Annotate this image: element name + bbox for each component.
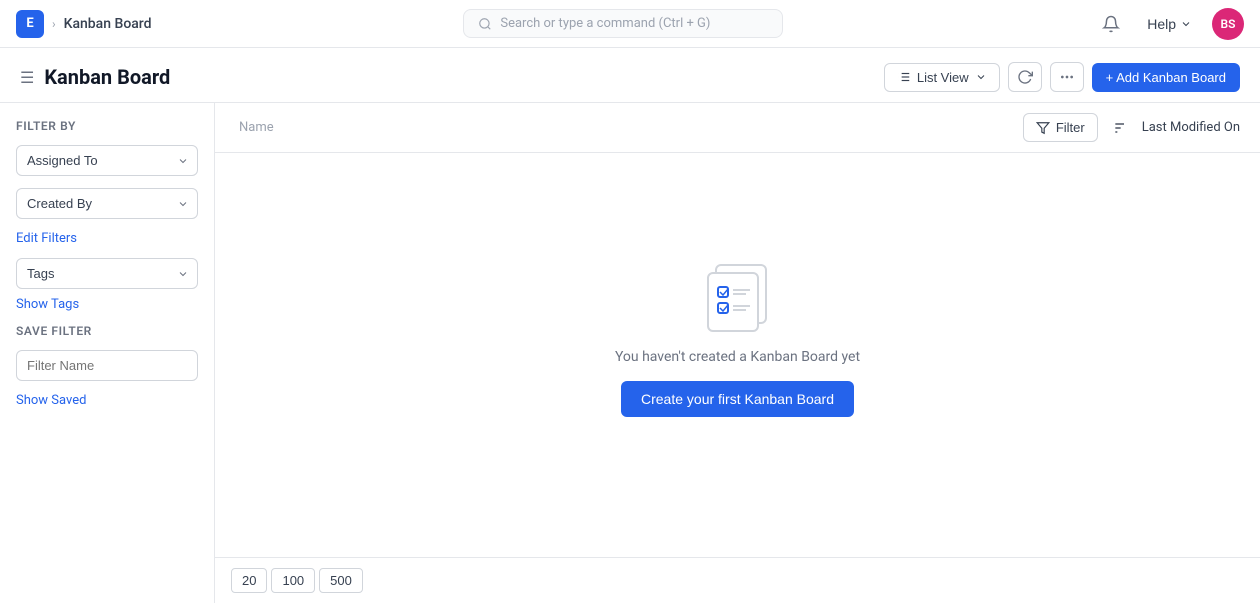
page-title: Kanban Board (44, 65, 170, 89)
page-size-20-button[interactable]: 20 (231, 568, 267, 593)
last-modified-label[interactable]: Last Modified On (1138, 114, 1244, 141)
show-saved-link[interactable]: Show Saved (16, 393, 198, 408)
help-button[interactable]: Help (1139, 12, 1200, 36)
search-icon (478, 17, 492, 31)
breadcrumb-page: Kanban Board (64, 16, 152, 32)
nav-left: E › Kanban Board (16, 10, 152, 38)
save-filter-label: Save Filter (16, 324, 198, 338)
add-kanban-board-button[interactable]: + Add Kanban Board (1092, 63, 1240, 92)
app-icon[interactable]: E (16, 10, 44, 38)
pagination: 20 100 500 (215, 557, 1260, 603)
refresh-icon (1017, 69, 1033, 85)
chevron-down-icon (1180, 18, 1192, 30)
search-placeholder: Search or type a command (Ctrl + G) (500, 16, 710, 31)
main-toolbar: Name Filter Last Modified On (215, 103, 1260, 153)
tags-select[interactable]: Tags (16, 258, 198, 289)
list-view-button[interactable]: List View (884, 63, 1000, 92)
top-nav: E › Kanban Board Search or type a comman… (0, 0, 1260, 48)
show-tags-link[interactable]: Show Tags (16, 297, 198, 312)
content-area: Filter By Assigned To Created By Edit Fi… (0, 103, 1260, 603)
filter-by-label: Filter By (16, 119, 198, 133)
created-by-select[interactable]: Created By (16, 188, 198, 219)
filter-name-input[interactable] (16, 350, 198, 381)
list-view-label: List View (917, 70, 969, 85)
sort-icon (1110, 120, 1126, 136)
assigned-to-select[interactable]: Assigned To (16, 145, 198, 176)
edit-filters-link[interactable]: Edit Filters (16, 231, 198, 246)
chevron-down-icon (975, 71, 987, 83)
bell-icon (1102, 15, 1120, 33)
create-first-kanban-button[interactable]: Create your first Kanban Board (621, 381, 854, 417)
empty-icon (698, 253, 778, 333)
page-size-500-button[interactable]: 500 (319, 568, 363, 593)
empty-state-message: You haven't created a Kanban Board yet (615, 349, 860, 365)
page-layout: ☰ Kanban Board List View + Add Kanban Bo… (0, 48, 1260, 603)
nav-right: Help BS (1095, 8, 1244, 40)
name-column-header: Name (231, 116, 282, 139)
more-options-button[interactable] (1050, 62, 1084, 92)
page-header: ☰ Kanban Board List View + Add Kanban Bo… (0, 48, 1260, 103)
notification-button[interactable] (1095, 8, 1127, 40)
page-header-left: ☰ Kanban Board (20, 65, 170, 89)
main-panel: Name Filter Last Modified On (215, 103, 1260, 603)
sidebar: Filter By Assigned To Created By Edit Fi… (0, 103, 215, 603)
tags-section: Tags Show Tags (16, 258, 198, 312)
list-view-icon (897, 70, 911, 84)
empty-state: You haven't created a Kanban Board yet C… (215, 153, 1260, 557)
hamburger-icon[interactable]: ☰ (20, 68, 34, 87)
refresh-button[interactable] (1008, 62, 1042, 92)
add-button-label: + Add Kanban Board (1106, 70, 1226, 85)
sort-button[interactable] (1106, 114, 1130, 142)
page-header-right: List View + Add Kanban Board (884, 62, 1240, 92)
search-bar[interactable]: Search or type a command (Ctrl + G) (463, 9, 783, 38)
filter-button[interactable]: Filter (1023, 113, 1098, 142)
avatar[interactable]: BS (1212, 8, 1244, 40)
toolbar-right: Filter Last Modified On (1023, 113, 1244, 142)
help-label: Help (1147, 16, 1176, 32)
filter-icon (1036, 121, 1050, 135)
nav-center: Search or type a command (Ctrl + G) (152, 9, 1096, 38)
filter-label: Filter (1056, 120, 1085, 135)
more-horizontal-icon (1059, 69, 1075, 85)
kanban-empty-illustration (698, 253, 778, 333)
page-size-100-button[interactable]: 100 (271, 568, 315, 593)
breadcrumb-separator: › (52, 17, 56, 31)
